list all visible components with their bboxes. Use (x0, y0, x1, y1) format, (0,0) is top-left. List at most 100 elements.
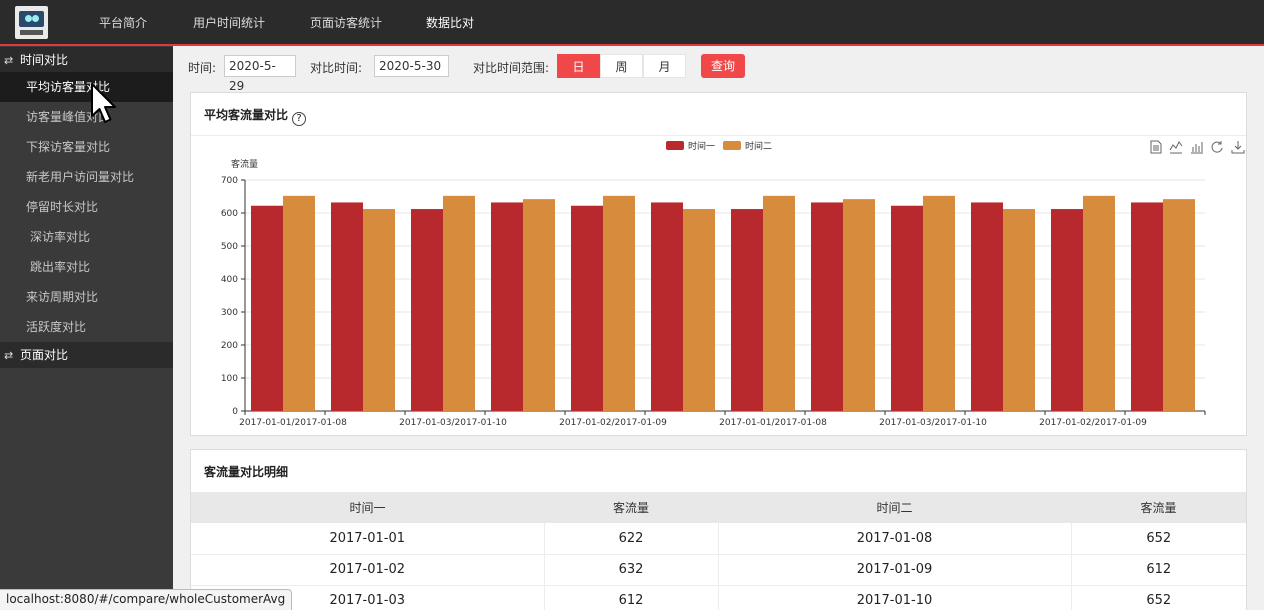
chart-panel-title: 平均客流量对比? (204, 106, 307, 126)
sidebar-item-avg-visitors[interactable]: 平均访客量对比 (0, 72, 173, 102)
y-tick-label: 100 (221, 374, 238, 384)
range-day-option[interactable]: 日 (557, 54, 600, 78)
swap-icon: ⇄ (4, 54, 14, 67)
bar-series-1 (571, 205, 603, 411)
time-input[interactable]: 2020-5-29 (224, 55, 296, 93)
sidebar-item-activity[interactable]: 活跃度对比 (0, 312, 173, 342)
nav-item-page-visitor-stats[interactable]: 页面访客统计 (310, 0, 382, 46)
bar-series-2 (1003, 209, 1035, 411)
bar-chart-icon[interactable] (1191, 142, 1203, 154)
bar-series-2 (843, 199, 875, 411)
bar-series-1 (1051, 209, 1083, 411)
chart-panel: 平均客流量对比? 0 100 200 300 400 500 600 700 客流量 2017-0… (190, 92, 1247, 436)
range-month-option[interactable]: 月 (643, 54, 686, 78)
sidebar-group-page-compare[interactable]: ⇄ 页面对比 (0, 342, 173, 368)
bar-series-2 (523, 199, 555, 411)
compare-time-label: 对比时间: (310, 61, 363, 75)
sidebar-group-label: 时间对比 (20, 53, 69, 67)
sidebar-item-low-visitors[interactable]: 下探访客量对比 (0, 132, 173, 162)
bar-series-2 (603, 195, 635, 411)
table-panel: 客流量对比明细 时间一 客流量 时间二 客流量 2017-01-01 622 2… (190, 449, 1247, 610)
column-header[interactable]: 时间一 (191, 492, 544, 523)
column-header[interactable]: 客流量 (1071, 492, 1246, 523)
sidebar-item-bounce-rate[interactable]: 跳出率对比 (0, 252, 173, 282)
table-cell: 632 (544, 554, 719, 586)
sidebar-item-stay-duration[interactable]: 停留时长对比 (0, 192, 173, 222)
sidebar-group-time-compare[interactable]: ⇄ 时间对比 (0, 47, 173, 73)
x-tick-label: 2017-01-01/2017-01-08 (719, 418, 827, 428)
help-icon[interactable]: ? (292, 112, 307, 126)
bar-series-1 (1131, 202, 1163, 411)
app-logo[interactable] (15, 6, 48, 39)
column-header[interactable]: 时间二 (718, 492, 1071, 523)
bar-series-2 (763, 195, 795, 411)
bar-chart: 0 100 200 300 400 500 600 700 客流量 2017-01-01/2017… (221, 140, 1245, 428)
sidebar: ⇄ 时间对比 平均访客量对比 访客量峰值对比 下探访客量对比 新老用户访问量对比 … (0, 46, 173, 610)
query-button[interactable]: 查询 (701, 54, 745, 78)
table-cell: 2017-01-08 (718, 523, 1072, 555)
column-header[interactable]: 客流量 (544, 492, 718, 523)
y-tick-label: 0 (232, 407, 238, 417)
nav-item-user-time-stats[interactable]: 用户时间统计 (193, 0, 265, 46)
sidebar-item-new-old-users[interactable]: 新老用户访问量对比 (0, 162, 173, 192)
sidebar-item-deep-visit-rate[interactable]: 深访率对比 (0, 222, 173, 252)
mouse-cursor-icon (91, 83, 116, 123)
table-row: 2017-01-01 622 2017-01-08 652 (191, 523, 1246, 555)
download-icon[interactable] (1231, 141, 1245, 154)
bar-series-1 (411, 209, 443, 411)
sidebar-item-visit-cycle[interactable]: 来访周期对比 (0, 282, 173, 312)
table-header-row: 时间一 客流量 时间二 客流量 (191, 492, 1246, 523)
sidebar-item-peak-visitors[interactable]: 访客量峰值对比 (0, 102, 173, 132)
bar-series-1 (971, 202, 1003, 411)
bar-series-1 (651, 202, 683, 411)
bar-series-1 (891, 205, 923, 411)
sidebar-group-label: 页面对比 (20, 348, 69, 362)
bar-series-2 (683, 209, 715, 411)
table-cell: 2017-01-02 (191, 554, 545, 586)
legend-swatch (723, 141, 741, 150)
table-cell: 612 (544, 585, 719, 610)
legend-label: 时间一 (688, 140, 715, 152)
compare-time-input[interactable]: 2020-5-30 (374, 55, 449, 77)
y-axis-label: 客流量 (231, 158, 258, 170)
table-row: 2017-01-02 632 2017-01-09 612 (191, 554, 1246, 586)
table-cell: 612 (1071, 554, 1246, 586)
y-tick-label: 200 (221, 341, 238, 351)
bar-series-2 (1163, 199, 1195, 411)
legend-swatch (666, 141, 684, 150)
table-cell: 622 (544, 523, 719, 555)
y-tick-label: 600 (221, 209, 238, 219)
table-cell: 2017-01-10 (718, 585, 1072, 610)
status-bar-url: localhost:8080/#/compare/wholeCustomerAv… (0, 589, 293, 610)
compare-table: 时间一 客流量 时间二 客流量 2017-01-01 622 2017-01-0… (191, 492, 1246, 610)
range-week-option[interactable]: 周 (600, 54, 643, 78)
filter-bar: 时间: 2020-5-29 对比时间: 2020-5-30 对比时间范围: 日 … (173, 46, 1264, 93)
table-cell: 652 (1071, 523, 1246, 555)
bar-series-2 (443, 195, 475, 411)
bar-series-1 (251, 205, 283, 411)
swap-icon: ⇄ (4, 349, 14, 362)
data-view-icon[interactable] (1150, 140, 1162, 154)
table-panel-title: 客流量对比明细 (204, 465, 289, 479)
range-label: 对比时间范围: (473, 61, 550, 75)
legend-label: 时间二 (745, 140, 772, 152)
nav-item-data-compare[interactable]: 数据比对 (426, 0, 474, 46)
table-cell: 652 (1071, 585, 1246, 610)
y-tick-label: 300 (221, 308, 238, 318)
bar-series-2 (1083, 195, 1115, 411)
bar-series-2 (923, 195, 955, 411)
bar-series-1 (331, 202, 363, 411)
top-nav: 平台简介 用户时间统计 页面访客统计 数据比对 (0, 0, 1264, 46)
x-tick-label: 2017-01-03/2017-01-10 (879, 418, 987, 428)
y-tick-label: 400 (221, 275, 238, 285)
x-tick-label: 2017-01-03/2017-01-10 (399, 418, 507, 428)
bar-series-1 (731, 209, 763, 411)
chart-panel-title-text: 平均客流量对比 (204, 108, 289, 122)
time-label: 时间: (188, 61, 217, 75)
line-chart-icon[interactable] (1169, 141, 1183, 154)
restore-icon[interactable] (1211, 141, 1223, 153)
bar-series-1 (491, 202, 523, 411)
x-tick-label: 2017-01-01/2017-01-08 (239, 418, 347, 428)
nav-item-platform-intro[interactable]: 平台简介 (99, 0, 147, 46)
x-tick-label: 2017-01-02/2017-01-09 (1039, 418, 1147, 428)
